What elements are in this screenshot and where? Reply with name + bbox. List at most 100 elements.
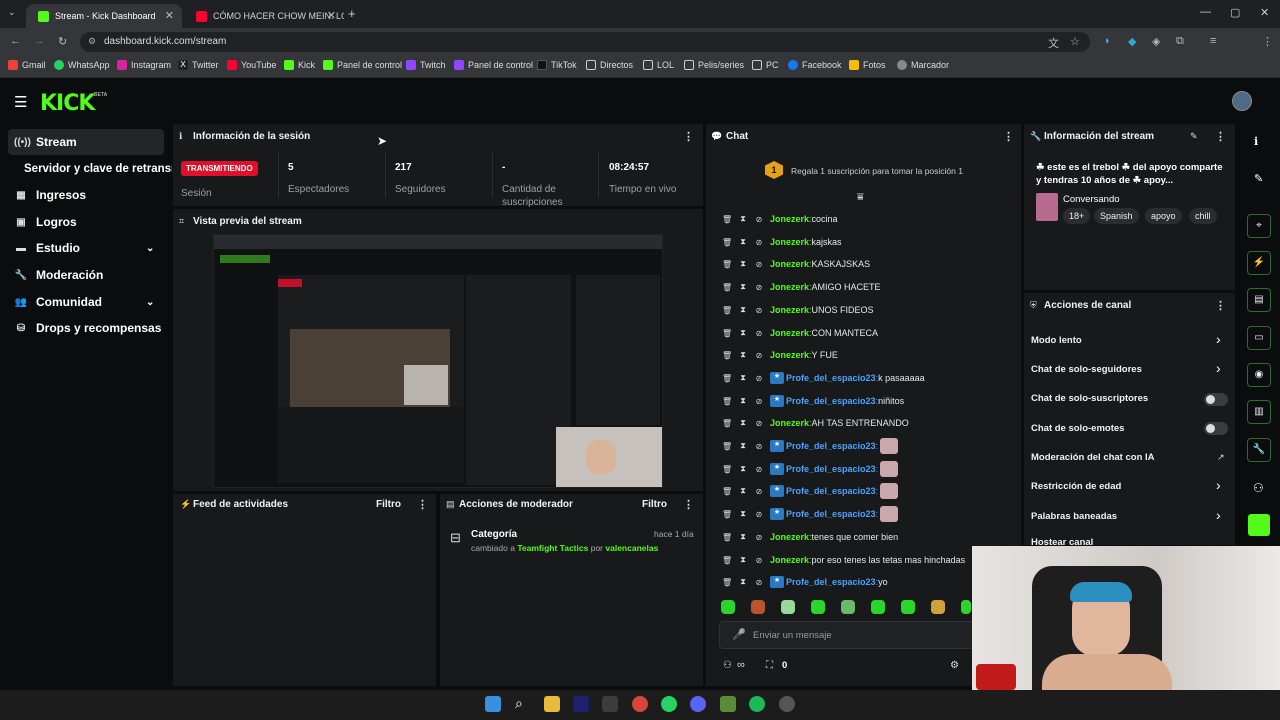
chat-username[interactable]: Profe_del_espacio23 [786,486,876,496]
sidebar-item-comunidad[interactable]: 👥 Comunidad ⌄ [8,289,164,315]
delete-message-icon[interactable]: 🗑 [722,556,732,565]
bookmark-lol[interactable]: LOL [643,60,674,70]
chat-message[interactable]: 🗑 ⧗ ⊘ ★ Profe_del_espacio23: yo [722,573,888,591]
edit-icon[interactable]: ✎ [1190,131,1198,142]
chat-message[interactable]: 🗑 ⧗ ⊘ Jonezerk: AH TAS ENTRENANDO [722,414,909,432]
chat-username[interactable]: Profe_del_espacio23 [786,577,876,587]
emote-icon[interactable] [841,600,855,614]
session-menu-icon[interactable]: ⋮ [683,130,694,143]
emote-icon[interactable] [961,600,971,614]
emotes-only-toggle[interactable] [1204,422,1228,435]
bookmark-instagram[interactable]: Instagram [117,60,171,70]
chat-message[interactable]: 🗑 ⧗ ⊘ Jonezerk: Y FUE [722,346,838,364]
delete-message-icon[interactable]: 🗑 [722,510,732,519]
timeout-icon[interactable]: ⧗ [738,259,748,269]
close-tab-icon[interactable]: ✕ [327,9,336,22]
ban-icon[interactable]: ⊘ [754,465,764,474]
chat-message[interactable]: 🗑 ⧗ ⊘ Jonezerk: tenes que comer bien [722,528,898,546]
chat-message[interactable]: 🗑 ⧗ ⊘ Jonezerk: KASKAJSKAS [722,255,870,273]
tag-chip[interactable]: apoyo [1145,208,1182,224]
sidebar-item-drops[interactable]: ⛁ Drops y recompensas [8,315,164,341]
chat-username[interactable]: Profe_del_espacio23 [786,464,876,474]
microphone-icon[interactable]: 🎤 [732,628,746,641]
back-icon[interactable]: ← [10,35,21,47]
emote-icon[interactable] [811,600,825,614]
delete-message-icon[interactable]: 🗑 [722,283,732,292]
game-link[interactable]: Teamfight Tactics [517,543,588,553]
tag-chip[interactable]: 18+ [1063,208,1091,224]
app-icon[interactable] [779,696,795,712]
bookmark-star-icon[interactable]: ☆ [1070,35,1080,48]
bookmark-panel-control[interactable]: Panel de control [323,60,402,70]
stream-preview-video[interactable] [213,234,663,488]
rail-wrench-icon[interactable]: 🔧 [1247,438,1271,462]
app-icon[interactable] [602,696,618,712]
chat-message[interactable]: 🗑 ⧗ ⊘ ★ Profe_del_espacio23: [722,460,899,478]
bookmark-gmail[interactable]: Gmail [8,60,46,70]
spotify-icon[interactable] [749,696,765,712]
edit-icon[interactable]: ✎ [1254,172,1263,185]
ban-icon[interactable]: ⊘ [754,556,764,565]
chat-settings-icon[interactable]: ⚙ [950,660,959,671]
action-followers-only[interactable]: Chat de solo-seguidores [1031,364,1142,375]
rail-chat-icon[interactable]: ▭ [1247,326,1271,350]
ban-icon[interactable]: ⊘ [754,374,764,383]
ban-icon[interactable]: ⊘ [754,283,764,292]
chevron-right-icon[interactable]: › [1216,477,1221,493]
rail-clip-icon[interactable]: ⌖ [1247,214,1271,238]
timeout-icon[interactable]: ⧗ [738,418,748,428]
chevron-right-icon[interactable]: › [1216,360,1221,376]
category-name[interactable]: Conversando [1063,194,1120,205]
bookmark-fotos[interactable]: Fotos [849,60,886,70]
delete-message-icon[interactable]: 🗑 [722,306,732,315]
timeout-icon[interactable]: ⧗ [738,305,748,315]
extension-icon[interactable]: ◈ [1152,35,1160,48]
forward-icon[interactable]: → [34,35,45,47]
app-icon[interactable] [720,696,736,712]
sidebar-item-moderacion[interactable]: 🔧 Moderación [8,262,164,288]
ban-icon[interactable]: ⊘ [754,510,764,519]
bookmark-pc[interactable]: PC [752,60,779,70]
ban-icon[interactable]: ⊘ [754,215,764,224]
chat-message[interactable]: 🗑 ⧗ ⊘ ★ Profe_del_espacio23: niñitos [722,392,904,410]
community-icon[interactable]: ⚇ [723,660,732,671]
ban-icon[interactable]: ⊘ [754,351,764,360]
chat-username[interactable]: Jonezerk [770,555,809,565]
chat-message[interactable]: 🗑 ⧗ ⊘ Jonezerk: UNOS FIDEOS [722,301,874,319]
delete-message-icon[interactable]: 🗑 [722,238,732,247]
timeout-icon[interactable]: ⧗ [738,464,748,474]
ban-icon[interactable]: ⊘ [754,397,764,406]
info-icon[interactable]: ℹ [1254,135,1258,148]
new-tab-button[interactable]: + [348,6,356,21]
delete-message-icon[interactable]: 🗑 [722,260,732,269]
tab-kick-dashboard[interactable]: Stream - Kick Dashboard ✕ [26,4,182,28]
tab-youtube-video[interactable]: CÓMO HACER CHOW MEIN: LO ✕ [184,4,344,28]
timeout-icon[interactable]: ⧗ [738,350,748,360]
chat-username[interactable]: Jonezerk [770,237,809,247]
emote-icon[interactable] [931,600,945,614]
rail-document-icon[interactable]: ▤ [1247,288,1271,312]
maximize-icon[interactable]: ▢ [1230,6,1240,19]
delete-message-icon[interactable]: 🗑 [722,351,732,360]
chat-username[interactable]: Profe_del_espacio23 [786,396,876,406]
timeout-icon[interactable]: ⧗ [738,214,748,224]
bookmark-panel-control-twitch[interactable]: Panel de control [454,60,533,70]
user-link[interactable]: valencanelas [605,543,658,553]
chat-message[interactable]: 🗑 ⧗ ⊘ Jonezerk: cocina [722,210,838,228]
chat-message[interactable]: 🗑 ⧗ ⊘ ★ Profe_del_espacio23: [722,482,899,500]
minimize-icon[interactable]: — [1200,6,1211,18]
timeout-icon[interactable]: ⧗ [738,237,748,247]
chevron-right-icon[interactable]: › [1216,507,1221,523]
ban-icon[interactable]: ⊘ [754,260,764,269]
chat-username[interactable]: Jonezerk [770,532,809,542]
windows-start-icon[interactable] [485,696,501,712]
tag-chip[interactable]: chill [1189,208,1217,224]
tab-search-icon[interactable]: ⌄ [8,7,16,18]
chat-username[interactable]: Profe_del_espacio23 [786,373,876,383]
chrome-icon[interactable] [632,696,648,712]
chat-message[interactable]: 🗑 ⧗ ⊘ ★ Profe_del_espacio23: [722,505,899,523]
timeout-icon[interactable]: ⧗ [738,396,748,406]
user-avatar[interactable] [1232,91,1252,111]
translate-icon[interactable]: 文 [1048,35,1059,51]
close-tab-icon[interactable]: ✕ [165,9,174,22]
